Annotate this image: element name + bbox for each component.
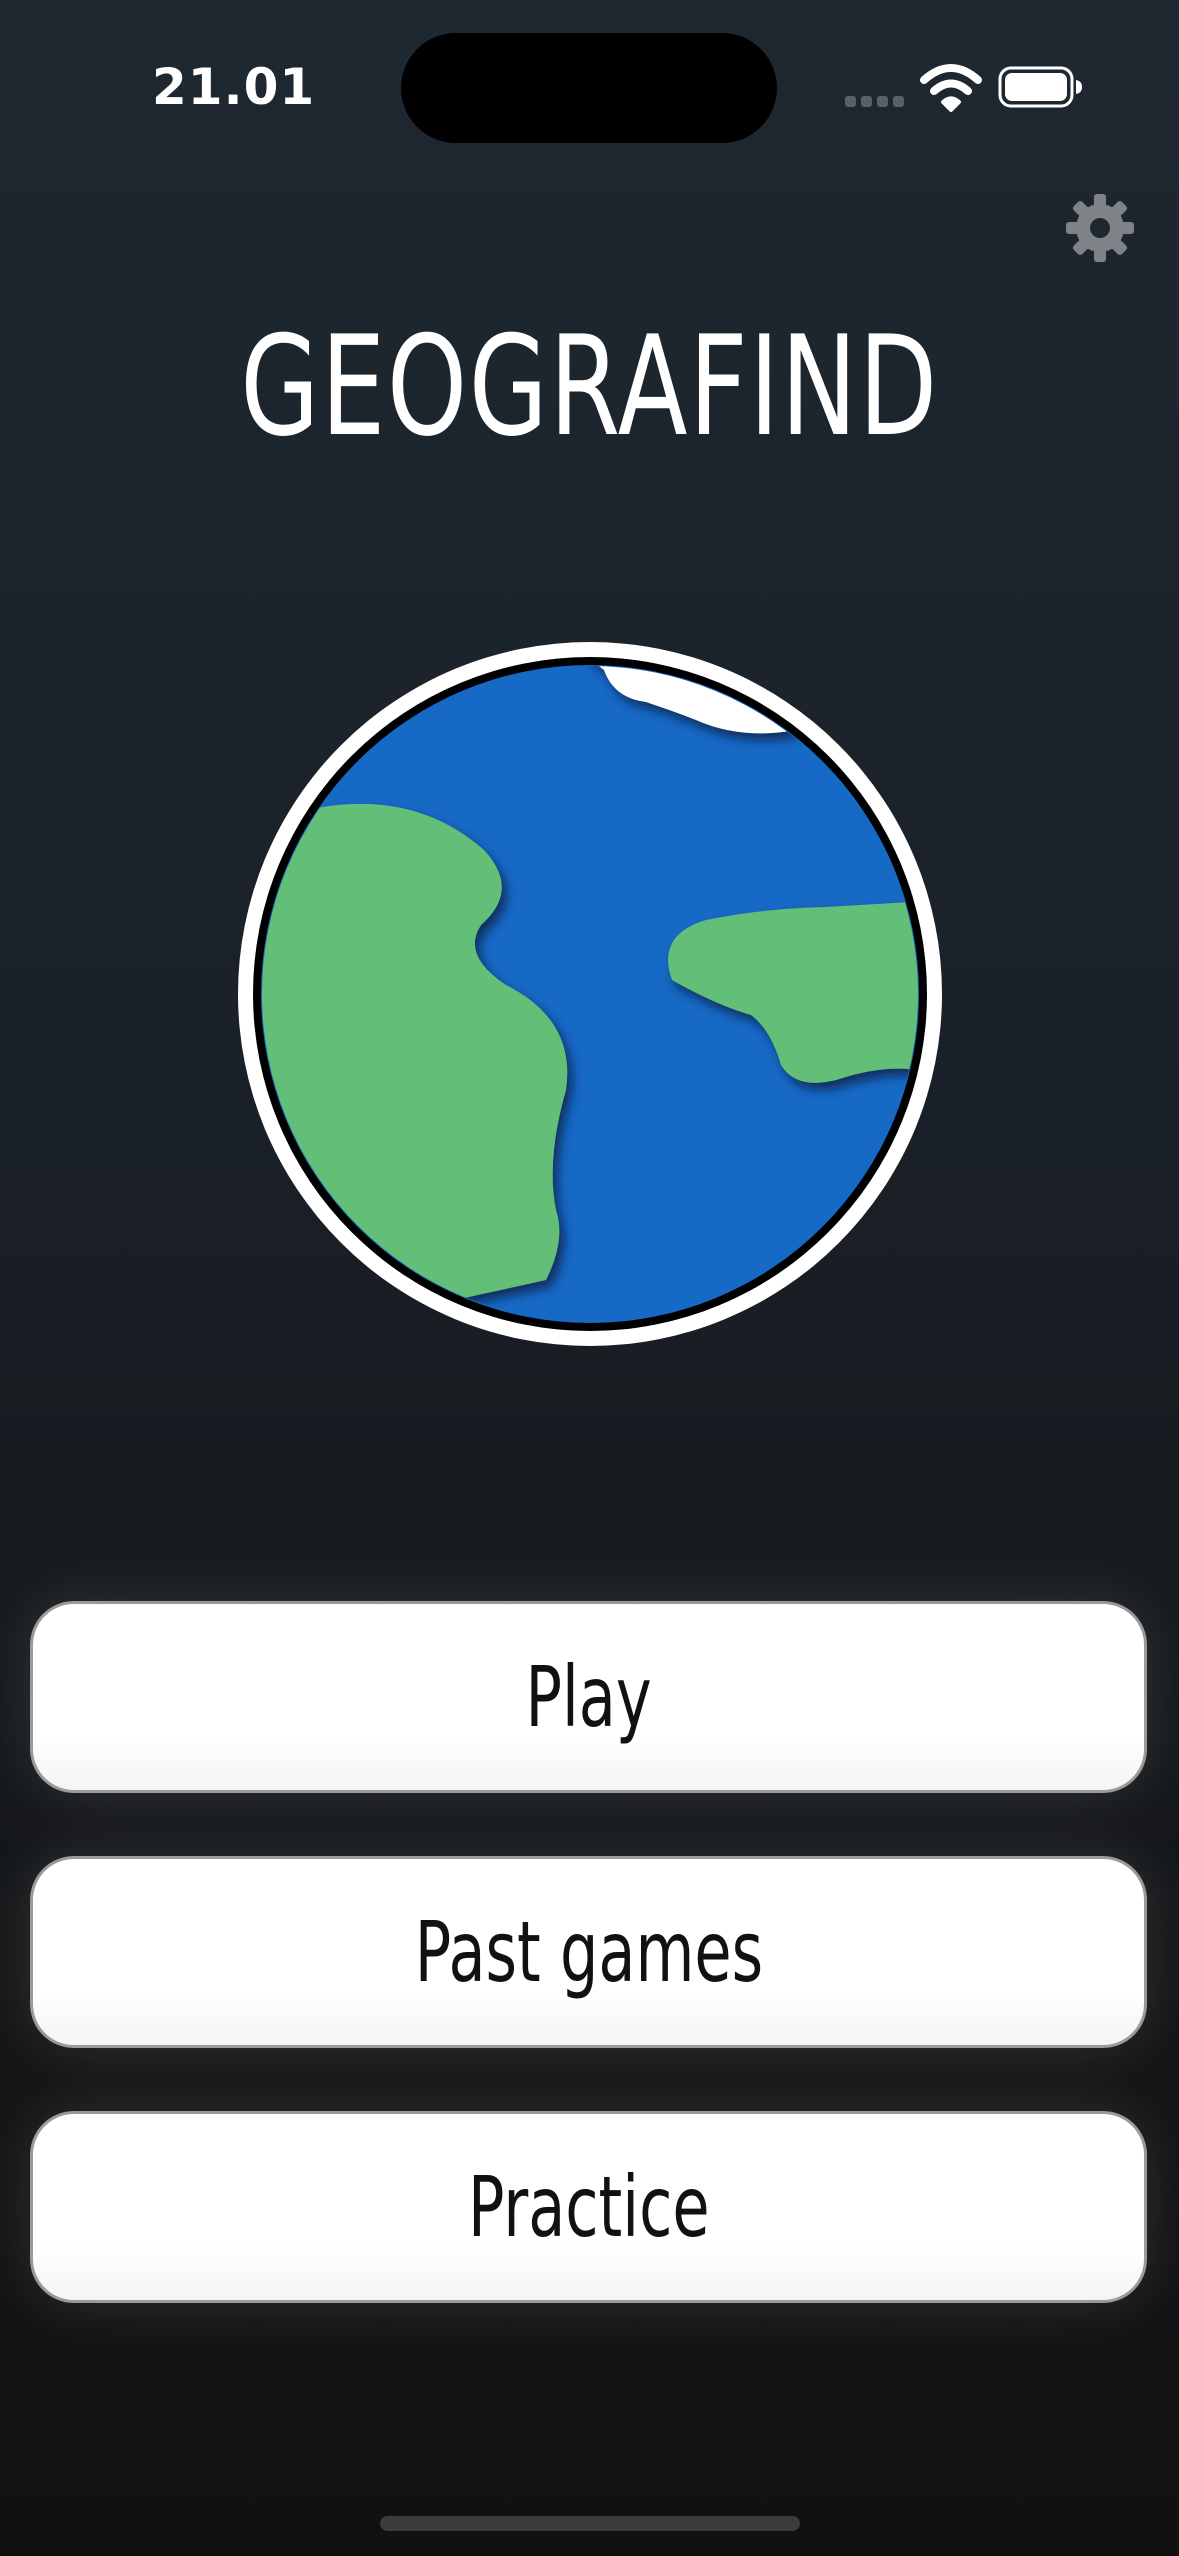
- dynamic-island: [401, 33, 777, 143]
- app-title: GEOGRAFIND: [240, 306, 939, 467]
- settings-gear-icon[interactable]: [1064, 192, 1136, 264]
- status-bar: 21.01: [0, 0, 1179, 180]
- play-button[interactable]: Play: [30, 1601, 1147, 1793]
- cellular-signal-icon: [845, 96, 904, 107]
- past-games-button-label: Past games: [414, 1903, 763, 2001]
- battery-icon: [998, 66, 1082, 108]
- globe-icon: [238, 642, 942, 1346]
- practice-button-label: Practice: [467, 2158, 710, 2256]
- home-indicator[interactable]: [380, 2516, 800, 2531]
- wifi-icon: [920, 64, 982, 112]
- past-games-button[interactable]: Past games: [30, 1856, 1147, 2048]
- play-button-label: Play: [525, 1648, 652, 1746]
- practice-button[interactable]: Practice: [30, 2111, 1147, 2303]
- status-time: 21.01: [152, 58, 316, 116]
